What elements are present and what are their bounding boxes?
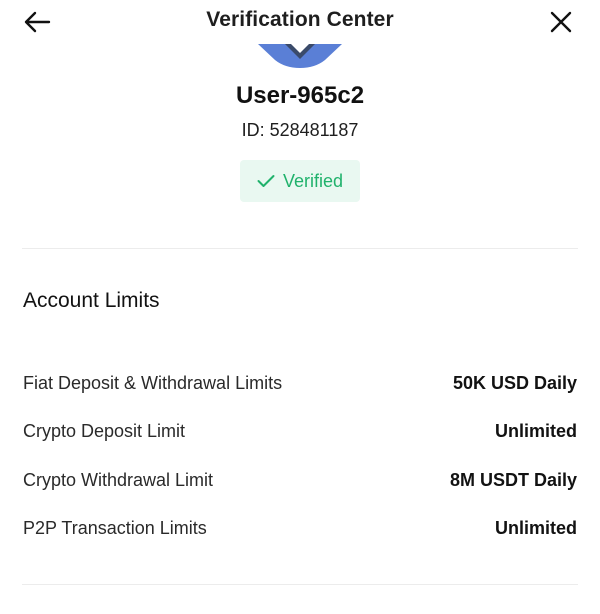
limit-value: Unlimited bbox=[494, 420, 577, 441]
header: Verification Center bbox=[0, 0, 600, 44]
limit-value: Unlimited bbox=[494, 517, 577, 538]
limit-row-p2p: P2P Transaction Limits Unlimited bbox=[23, 515, 577, 541]
limit-value: 50K USD Daily bbox=[452, 372, 577, 393]
limit-row-fiat: Fiat Deposit & Withdrawal Limits 50K USD… bbox=[23, 370, 577, 396]
check-icon bbox=[257, 175, 275, 187]
username: User-965c2 bbox=[235, 82, 365, 109]
avatar-icon bbox=[258, 44, 342, 68]
limit-label: Crypto Deposit Limit bbox=[23, 420, 186, 441]
limit-label: Fiat Deposit & Withdrawal Limits bbox=[23, 372, 283, 393]
section-title-account-limits: Account Limits bbox=[23, 289, 160, 312]
limit-value: 8M USDT Daily bbox=[449, 469, 577, 490]
divider bbox=[22, 248, 578, 249]
verified-badge: Verified bbox=[240, 160, 360, 202]
user-id: ID: 528481187 bbox=[241, 120, 359, 140]
page-title: Verification Center bbox=[206, 8, 394, 31]
verified-label: Verified bbox=[282, 170, 344, 191]
close-icon bbox=[550, 11, 572, 33]
close-button[interactable] bbox=[544, 6, 578, 38]
limit-label: Crypto Withdrawal Limit bbox=[23, 469, 214, 490]
avatar bbox=[255, 44, 345, 68]
limit-label: P2P Transaction Limits bbox=[23, 517, 207, 538]
divider bbox=[22, 584, 578, 585]
limit-row-crypto-withdrawal: Crypto Withdrawal Limit 8M USDT Daily bbox=[23, 467, 577, 493]
limit-row-crypto-deposit: Crypto Deposit Limit Unlimited bbox=[23, 418, 577, 444]
